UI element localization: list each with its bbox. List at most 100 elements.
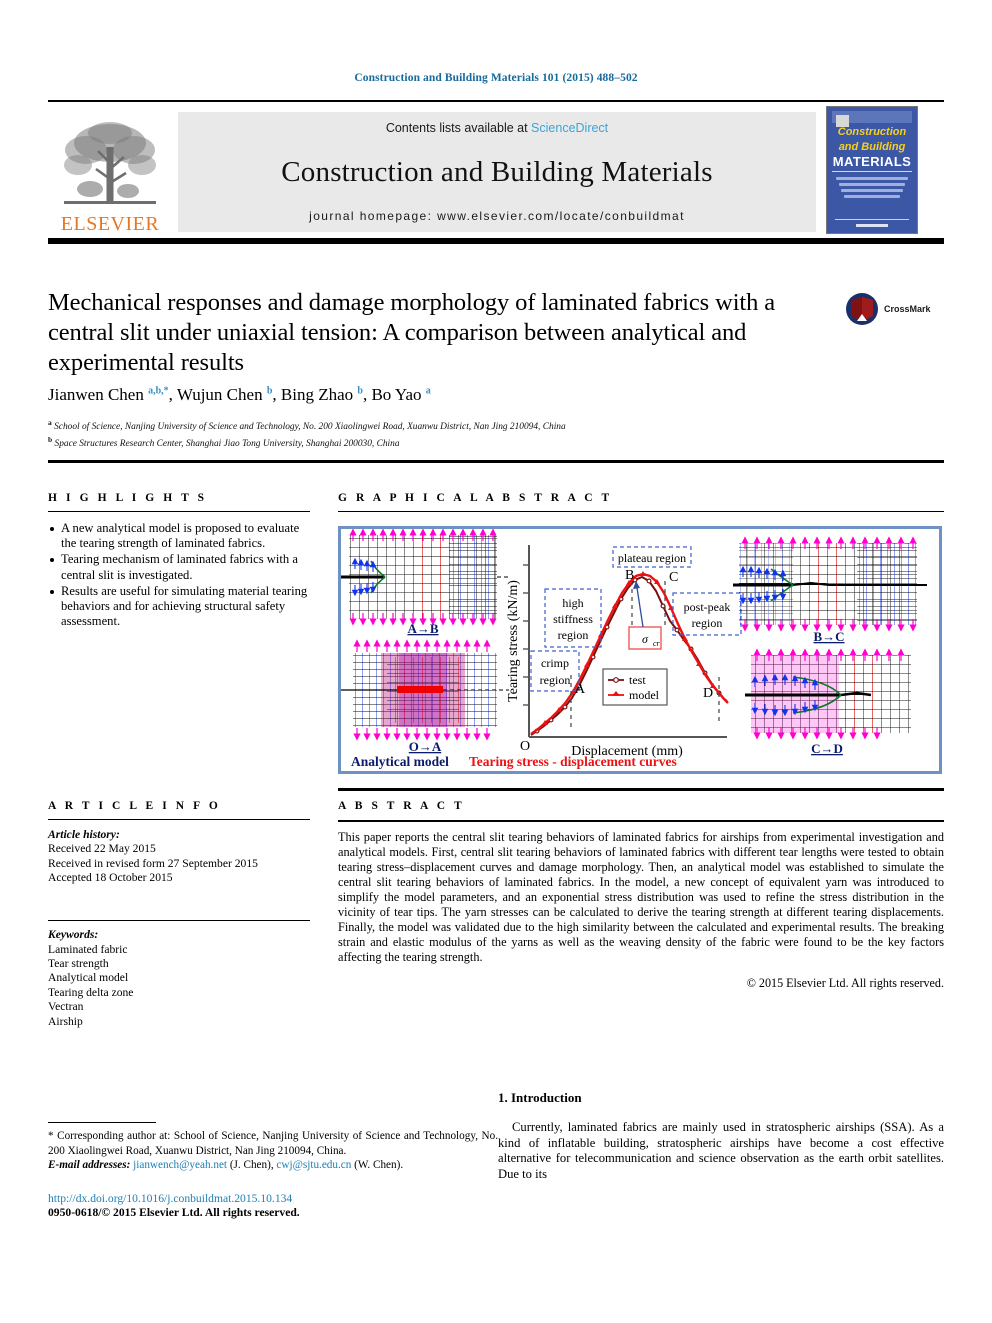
keyword-item: Tear strength — [48, 957, 109, 971]
panel-label-b-c: B→C — [813, 629, 844, 644]
email-owner-2: (W. Chen). — [354, 1158, 404, 1171]
affiliation-text: Space Structures Research Center, Shangh… — [54, 438, 400, 449]
annotation-plateau: plateau region — [618, 551, 686, 565]
panel-label-a-b: A→B — [407, 621, 438, 636]
abstract-text: This paper reports the central slit tear… — [338, 829, 944, 965]
highlights-list: A new analytical model is proposed to ev… — [48, 521, 310, 629]
page-title: Mechanical responses and damage morpholo… — [48, 289, 776, 376]
doi-block: http://dx.doi.org/10.1016/j.conbuildmat.… — [48, 1192, 498, 1219]
keywords-block: Keywords: Laminated fabric Tear strength… — [48, 928, 310, 1029]
graphical-abstract-figure: A→B O→A plateau region high stiffness re… — [338, 526, 942, 774]
article-info-heading: A R T I C L E I N F O — [48, 800, 221, 812]
ga-caption-right: Tearing stress - displacement curves — [469, 754, 677, 769]
cover-line-3: MATERIALS — [832, 154, 912, 172]
list-item: A new analytical model is proposed to ev… — [48, 521, 310, 551]
history-revised: Received in revised form 27 September 20… — [48, 856, 258, 870]
abstract-heading: A B S T R A C T — [338, 800, 465, 812]
panel-b-to-c: B→C — [733, 536, 927, 644]
graphical-abstract-bottom-rule — [338, 788, 944, 791]
author-list: Jianwen Chen a,b,*, Wujun Chen b, Bing Z… — [48, 385, 431, 404]
cover-footer — [835, 219, 909, 227]
journal-homepage-link[interactable]: journal homepage: www.elsevier.com/locat… — [309, 209, 685, 223]
affiliation-marker: a — [48, 418, 52, 427]
journal-title: Construction and Building Materials — [281, 155, 713, 188]
article-info-rule — [48, 819, 310, 820]
keywords-label: Keywords: — [48, 928, 99, 942]
annotation-region-3: region — [692, 616, 723, 630]
cover-blurb — [836, 177, 908, 198]
chart-y-axis-label: Tearing stress (kN/m) — [506, 580, 521, 702]
keyword-item: Tearing delta zone — [48, 985, 134, 999]
email-owner-1: (J. Chen), — [229, 1158, 274, 1171]
keyword-item: Laminated fabric — [48, 942, 128, 956]
keyword-item: Vectran — [48, 1000, 84, 1014]
abstract-rule — [338, 820, 944, 822]
point-label-B: B — [625, 568, 634, 583]
highlights-section: H I G H L I G H T S A new analytical mod… — [48, 492, 310, 630]
contents-prefix: Contents lists available at — [385, 121, 532, 135]
keyword-item: Airship — [48, 1014, 83, 1028]
author-affil-marker: a,b,* — [148, 385, 169, 397]
cover-topbar — [832, 111, 912, 127]
annotation-region-2: region — [540, 673, 571, 687]
history-accepted: Accepted 18 October 2015 — [48, 871, 173, 885]
graphical-abstract-svg: A→B O→A plateau region high stiffness re… — [341, 529, 927, 769]
elsevier-tree-icon — [64, 122, 156, 204]
email-link-2[interactable]: cwj@sjtu.edu.cn — [276, 1159, 351, 1171]
annotation-region-1: region — [558, 628, 589, 642]
article-info-spacer — [48, 886, 310, 920]
annotation-crimp: crimp — [541, 656, 569, 670]
crossmark-icon — [846, 293, 878, 325]
keyword-item: Analytical model — [48, 971, 129, 985]
point-label-A: A — [575, 682, 586, 697]
list-item: Tearing mechanism of laminated fabrics w… — [48, 552, 310, 582]
panel-c-to-d: C→D — [745, 648, 911, 756]
abstract-section: A B S T R A C T This paper reports the c… — [338, 800, 944, 991]
crossmark-badge[interactable]: CrossMark — [845, 289, 945, 329]
legend-label-test: test — [629, 673, 646, 687]
panel-a-to-b: A→B — [341, 529, 509, 636]
highlights-heading: H I G H L I G H T S — [48, 492, 208, 504]
ga-caption-left: Analytical model — [351, 754, 449, 769]
point-label-D: D — [703, 686, 713, 701]
introduction-heading: 1. Introduction — [498, 1090, 582, 1105]
corresponding-author-note: * Corresponding author at: School of Sci… — [48, 1129, 498, 1172]
graphical-abstract-heading: G R A P H I C A L A B S T R A C T — [338, 492, 613, 504]
panel-label-o-a: O→A — [409, 739, 442, 754]
email-link-1[interactable]: jianwench@yeah.net — [133, 1159, 227, 1171]
sciencedirect-link[interactable]: ScienceDirect — [531, 121, 608, 135]
list-item: Results are useful for simulating materi… — [48, 584, 310, 630]
author-affil-marker: b — [357, 385, 363, 397]
cover-line-1: Construction — [837, 126, 907, 138]
affiliation-a: a School of Science, Nanjing University … — [48, 417, 908, 434]
contents-line: Contents lists available at ScienceDirec… — [386, 121, 608, 135]
article-history-label: Article history: — [48, 828, 120, 841]
issn-copyright: 0950-0618/© 2015 Elsevier Ltd. All right… — [48, 1206, 300, 1219]
panel-label-c-d: C→D — [811, 741, 843, 756]
keywords-rule — [48, 919, 310, 922]
sigma-cr-subscript: cr — [653, 639, 661, 648]
title-bottom-rule — [48, 460, 944, 463]
crossmark-label: CrossMark — [884, 304, 931, 314]
elsevier-wordmark: ELSEVIER — [60, 213, 160, 235]
chart-area: plateau region high stiffness region cri… — [506, 545, 742, 759]
footnote-rule — [48, 1122, 156, 1124]
masthead-bottom-rule — [48, 238, 944, 244]
annotation-stiffness: stiffness — [553, 612, 593, 626]
corresponding-text: Corresponding author at: School of Scien… — [48, 1130, 498, 1157]
abstract-copyright: © 2015 Elsevier Ltd. All rights reserved… — [746, 976, 944, 991]
affiliations: a School of Science, Nanjing University … — [48, 417, 908, 450]
email-label: E-mail addresses: — [48, 1158, 131, 1171]
panel-o-to-a: O→A — [341, 639, 509, 754]
introduction-column: 1. Introduction Currently, laminated fab… — [498, 1090, 944, 1182]
author-affil-marker: b — [266, 385, 273, 397]
affiliation-b: b Space Structures Research Center, Shan… — [48, 434, 908, 451]
paper-page: Construction and Building Materials 101 … — [0, 0, 992, 1323]
affiliation-marker: b — [48, 434, 53, 444]
article-history: Article history: Received 22 May 2015 Re… — [48, 828, 310, 886]
doi-link[interactable]: http://dx.doi.org/10.1016/j.conbuildmat.… — [48, 1192, 498, 1205]
introduction-text: Currently, laminated fabrics are mainly … — [498, 1120, 944, 1181]
graphical-abstract-section: G R A P H I C A L A B S T R A C T A→B O→… — [338, 492, 944, 791]
history-received: Received 22 May 2015 — [48, 842, 156, 856]
author-affil-marker: a — [425, 385, 431, 397]
